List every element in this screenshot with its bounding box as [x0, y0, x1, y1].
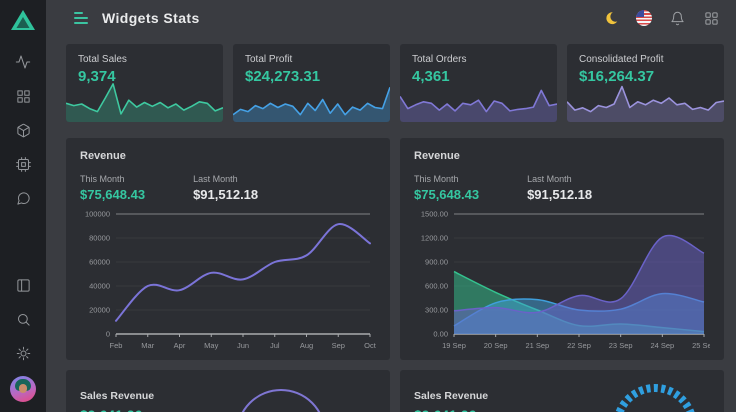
top-bar: Widgets Stats: [46, 0, 736, 36]
gear-icon[interactable]: [6, 336, 40, 370]
svg-text:80000: 80000: [89, 234, 110, 243]
bell-icon[interactable]: [668, 9, 686, 27]
stat-card-consolidated-profit[interactable]: Consolidated Profit $16,264.37: [567, 44, 724, 122]
revenue-charts-row: Revenue This Month $75,648.43 Last Month…: [66, 138, 724, 360]
svg-text:0.00: 0.00: [433, 330, 448, 339]
svg-text:300.00: 300.00: [425, 306, 448, 315]
svg-text:600.00: 600.00: [425, 282, 448, 291]
svg-text:23 Sep: 23 Sep: [609, 341, 633, 350]
moon-icon[interactable]: [602, 9, 620, 27]
svg-text:Oct: Oct: [364, 341, 376, 350]
last-month-label: Last Month: [193, 174, 258, 184]
user-avatar[interactable]: [10, 376, 36, 402]
revenue-panel-right: Revenue This Month $75,648.43 Last Month…: [400, 138, 724, 360]
app-logo-icon[interactable]: [10, 8, 36, 37]
svg-text:Apr: Apr: [174, 341, 186, 350]
sparkline-chart: [233, 80, 390, 122]
chat-bubble-icon[interactable]: [6, 181, 40, 215]
stat-label: Total Profit: [245, 54, 378, 65]
main-content: Total Sales 9,374 Total Profit $24,273.3…: [46, 36, 736, 412]
svg-text:40000: 40000: [89, 282, 110, 291]
stats-row: Total Sales 9,374 Total Profit $24,273.3…: [66, 44, 724, 122]
sidebar: [0, 0, 46, 412]
svg-text:0: 0: [106, 330, 110, 339]
stat-label: Consolidated Profit: [579, 54, 712, 65]
this-month-label: This Month: [414, 174, 479, 184]
svg-text:21 Sep: 21 Sep: [525, 341, 549, 350]
svg-text:Mar: Mar: [141, 341, 154, 350]
stat-label: Total Sales: [78, 54, 211, 65]
svg-text:25 Sep: 25 Sep: [692, 341, 710, 350]
month-summary: This Month $75,648.43 Last Month $91,512…: [80, 174, 376, 202]
svg-text:Jun: Jun: [237, 341, 249, 350]
svg-text:24 Sep: 24 Sep: [650, 341, 674, 350]
this-month-value: $75,648.43: [80, 187, 145, 202]
revenue-panel-left: Revenue This Month $75,648.43 Last Month…: [66, 138, 390, 360]
panel-title: Revenue: [80, 150, 376, 162]
sparkline-chart: [400, 80, 557, 122]
panel-title: Revenue: [414, 150, 710, 162]
svg-text:100000: 100000: [85, 210, 110, 219]
this-month-value: $75,648.43: [414, 187, 479, 202]
svg-text:22 Sep: 22 Sep: [567, 341, 591, 350]
revenue-area-chart: 0.00 300.00 600.00 900.00 1200.00 1500.00 19 S…: [414, 206, 710, 354]
gauge-chart: [216, 384, 346, 412]
stat-card-total-sales[interactable]: Total Sales 9,374: [66, 44, 223, 122]
month-summary: This Month $75,648.43 Last Month $91,512…: [414, 174, 710, 202]
svg-text:900.00: 900.00: [425, 258, 448, 267]
cpu-icon[interactable]: [6, 147, 40, 181]
box-icon[interactable]: [6, 113, 40, 147]
last-month-label: Last Month: [527, 174, 592, 184]
stat-card-total-profit[interactable]: Total Profit $24,273.31: [233, 44, 390, 122]
avatar-face: [19, 384, 27, 393]
search-icon[interactable]: [6, 302, 40, 336]
svg-text:20 Sep: 20 Sep: [484, 341, 508, 350]
bottom-cards-row: Sales Revenue $9,641.26 Sales Revenue $9…: [66, 370, 724, 412]
apps-grid-icon[interactable]: [702, 9, 720, 27]
svg-text:19 Sep: 19 Sep: [442, 341, 466, 350]
stat-card-total-orders[interactable]: Total Orders 4,361: [400, 44, 557, 122]
svg-text:1200.00: 1200.00: [421, 234, 448, 243]
hamburger-menu-icon[interactable]: [74, 12, 88, 24]
this-month-label: This Month: [80, 174, 145, 184]
layout-sidebar-icon[interactable]: [6, 268, 40, 302]
activity-icon[interactable]: [6, 45, 40, 79]
sparkline-chart: [567, 80, 724, 122]
sales-revenue-panel-right: Sales Revenue $9,641.26: [400, 370, 724, 412]
last-month-block: Last Month $91,512.18: [527, 174, 592, 202]
svg-text:Aug: Aug: [300, 341, 313, 350]
revenue-line-chart: 0 20000 40000 60000 80000 100000 Feb Mar Apr May J…: [80, 206, 376, 354]
grid-icon[interactable]: [6, 79, 40, 113]
us-flag-icon[interactable]: [636, 10, 652, 26]
last-month-value: $91,512.18: [527, 187, 592, 202]
page-title: Widgets Stats: [102, 10, 200, 26]
svg-text:Jul: Jul: [270, 341, 280, 350]
sales-revenue-panel-left: Sales Revenue $9,641.26: [66, 370, 390, 412]
last-month-value: $91,512.18: [193, 187, 258, 202]
this-month-block: This Month $75,648.43: [414, 174, 479, 202]
svg-text:60000: 60000: [89, 258, 110, 267]
svg-text:20000: 20000: [89, 306, 110, 315]
sparkline-chart: [66, 80, 223, 122]
header-actions: [602, 9, 720, 27]
svg-text:Sep: Sep: [332, 341, 345, 350]
svg-text:May: May: [204, 341, 218, 350]
gauge-chart: [590, 384, 720, 412]
stat-label: Total Orders: [412, 54, 545, 65]
this-month-block: This Month $75,648.43: [80, 174, 145, 202]
svg-text:1500.00: 1500.00: [421, 210, 448, 219]
last-month-block: Last Month $91,512.18: [193, 174, 258, 202]
svg-text:Feb: Feb: [110, 341, 123, 350]
